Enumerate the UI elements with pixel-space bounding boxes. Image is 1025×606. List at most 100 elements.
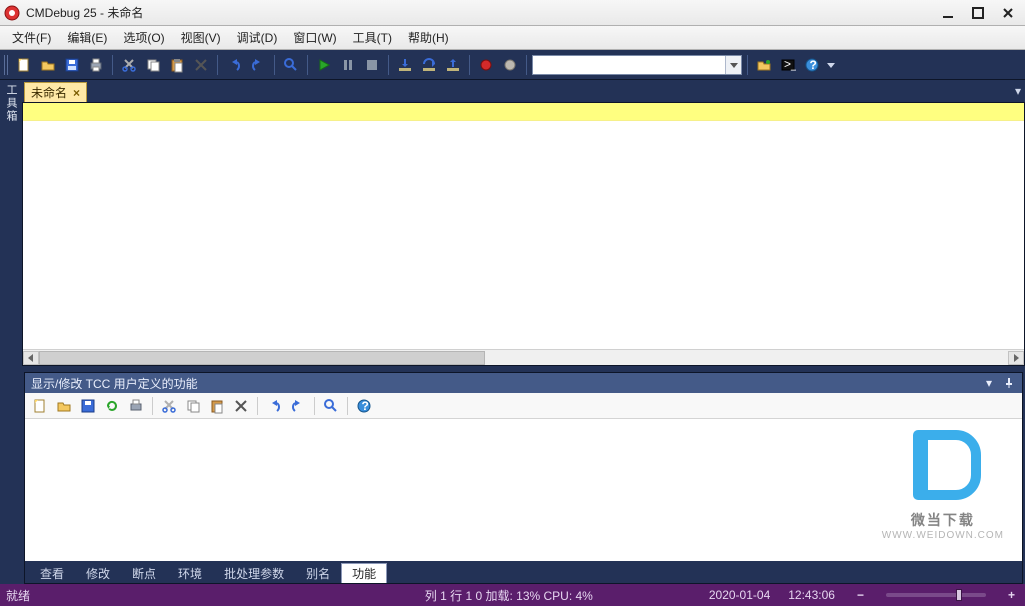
step-into-button[interactable] bbox=[394, 54, 416, 76]
panel-tab-view[interactable]: 查看 bbox=[29, 563, 75, 583]
sidebar-toolbox[interactable]: 工具箱 bbox=[0, 80, 22, 584]
panel-find-button[interactable] bbox=[320, 395, 342, 417]
editor-body[interactable] bbox=[23, 121, 1024, 349]
panel-tab-function[interactable]: 功能 bbox=[341, 563, 387, 583]
breakpoint-button[interactable] bbox=[499, 54, 521, 76]
watermark-logo-icon bbox=[898, 425, 988, 505]
editor-tabstrip: 未命名 × ▾ bbox=[22, 80, 1025, 102]
panel-save-button[interactable] bbox=[77, 395, 99, 417]
step-over-button[interactable] bbox=[418, 54, 440, 76]
watermark: 微当下载 WWW.WEIDOWN.COM bbox=[882, 425, 1004, 541]
svg-text:?: ? bbox=[362, 399, 369, 413]
main-toolbar: >_ ? bbox=[0, 50, 1025, 80]
panel-undo-button[interactable] bbox=[263, 395, 285, 417]
panel-tab-modify[interactable]: 修改 bbox=[75, 563, 121, 583]
panel-tab-env[interactable]: 环境 bbox=[167, 563, 213, 583]
panel-toolbar: ? bbox=[25, 393, 1022, 419]
tab-label: 未命名 bbox=[31, 84, 67, 101]
tabstrip-dropdown-icon[interactable]: ▾ bbox=[1015, 84, 1021, 98]
menu-tools[interactable]: 工具(T) bbox=[345, 26, 400, 49]
pause-button[interactable] bbox=[337, 54, 359, 76]
panel-header: 显示/修改 TCC 用户定义的功能 ▾ bbox=[25, 373, 1022, 393]
toolbar-handle[interactable] bbox=[4, 55, 9, 75]
editor-area[interactable] bbox=[22, 102, 1025, 366]
watermark-brand: 微当下载 bbox=[882, 510, 1004, 530]
paste-button[interactable] bbox=[166, 54, 188, 76]
panel-delete-button[interactable] bbox=[230, 395, 252, 417]
svg-text:?: ? bbox=[810, 58, 817, 72]
maximize-button[interactable] bbox=[965, 4, 991, 22]
open-folder-button[interactable] bbox=[753, 54, 775, 76]
stop-button[interactable] bbox=[361, 54, 383, 76]
menu-file[interactable]: 文件(F) bbox=[4, 26, 59, 49]
close-button[interactable] bbox=[995, 4, 1021, 22]
print-button[interactable] bbox=[85, 54, 107, 76]
status-ready: 就绪 bbox=[6, 587, 30, 604]
zoom-slider[interactable] bbox=[886, 593, 986, 597]
panel-help-button[interactable]: ? bbox=[353, 395, 375, 417]
help-dropdown[interactable] bbox=[825, 54, 837, 76]
command-combo[interactable] bbox=[532, 55, 742, 75]
panel-refresh-button[interactable] bbox=[101, 395, 123, 417]
panel-body[interactable]: 微当下载 WWW.WEIDOWN.COM bbox=[25, 419, 1022, 561]
panel-cut-button[interactable] bbox=[158, 395, 180, 417]
record-button[interactable] bbox=[475, 54, 497, 76]
run-button[interactable] bbox=[313, 54, 335, 76]
menu-window[interactable]: 窗口(W) bbox=[285, 26, 344, 49]
status-bar: 就绪 列 1 行 1 0 加载: 13% CPU: 4% 2020-01-04 … bbox=[0, 584, 1025, 606]
menu-edit[interactable]: 编辑(E) bbox=[59, 26, 115, 49]
redo-button[interactable] bbox=[247, 54, 269, 76]
status-time: 12:43:06 bbox=[788, 588, 835, 602]
panel-pin-icon[interactable] bbox=[1002, 376, 1016, 390]
title-bar: CMDebug 25 - 未命名 bbox=[0, 0, 1025, 26]
find-button[interactable] bbox=[280, 54, 302, 76]
panel-print-button[interactable] bbox=[125, 395, 147, 417]
watermark-url: WWW.WEIDOWN.COM bbox=[882, 530, 1004, 541]
panel-new-button[interactable] bbox=[29, 395, 51, 417]
open-button[interactable] bbox=[37, 54, 59, 76]
editor-tab[interactable]: 未命名 × bbox=[24, 82, 87, 102]
scroll-track[interactable] bbox=[39, 351, 1008, 365]
undo-button[interactable] bbox=[223, 54, 245, 76]
menu-debug[interactable]: 调试(D) bbox=[229, 26, 286, 49]
zoom-knob[interactable] bbox=[956, 589, 962, 601]
tab-close-icon[interactable]: × bbox=[73, 86, 80, 100]
copy-button[interactable] bbox=[142, 54, 164, 76]
panel-dropdown-icon[interactable]: ▾ bbox=[982, 376, 996, 390]
horizontal-scrollbar[interactable] bbox=[23, 349, 1024, 365]
save-button[interactable] bbox=[61, 54, 83, 76]
app-icon bbox=[4, 5, 20, 21]
status-date: 2020-01-04 bbox=[709, 588, 770, 602]
scroll-left-icon[interactable] bbox=[23, 351, 39, 365]
cut-button[interactable] bbox=[118, 54, 140, 76]
panel-open-button[interactable] bbox=[53, 395, 75, 417]
panel-title: 显示/修改 TCC 用户定义的功能 bbox=[31, 375, 198, 392]
panel-tab-break[interactable]: 断点 bbox=[121, 563, 167, 583]
panel-tab-alias[interactable]: 别名 bbox=[295, 563, 341, 583]
status-position: 列 1 行 1 0 加载: 13% CPU: 4% bbox=[425, 587, 593, 604]
command-input[interactable] bbox=[533, 56, 725, 74]
menu-bar: 文件(F) 编辑(E) 选项(O) 视图(V) 调试(D) 窗口(W) 工具(T… bbox=[0, 26, 1025, 50]
menu-help[interactable]: 帮助(H) bbox=[400, 26, 457, 49]
menu-options[interactable]: 选项(O) bbox=[115, 26, 172, 49]
panel-paste-button[interactable] bbox=[206, 395, 228, 417]
combo-dropdown-icon[interactable] bbox=[725, 56, 741, 74]
help-button[interactable]: ? bbox=[801, 54, 823, 76]
zoom-out-button[interactable]: − bbox=[853, 588, 868, 602]
svg-text:>_: >_ bbox=[784, 57, 796, 71]
minimize-button[interactable] bbox=[935, 4, 961, 22]
panel-redo-button[interactable] bbox=[287, 395, 309, 417]
console-button[interactable]: >_ bbox=[777, 54, 799, 76]
new-button[interactable] bbox=[13, 54, 35, 76]
menu-view[interactable]: 视图(V) bbox=[173, 26, 229, 49]
scroll-thumb[interactable] bbox=[39, 351, 485, 365]
delete-button[interactable] bbox=[190, 54, 212, 76]
panel-copy-button[interactable] bbox=[182, 395, 204, 417]
scroll-right-icon[interactable] bbox=[1008, 351, 1024, 365]
step-out-button[interactable] bbox=[442, 54, 464, 76]
bottom-panel: 显示/修改 TCC 用户定义的功能 ▾ bbox=[24, 372, 1023, 584]
panel-tab-batch[interactable]: 批处理参数 bbox=[213, 563, 295, 583]
zoom-in-button[interactable]: + bbox=[1004, 588, 1019, 602]
panel-tabs: 查看 修改 断点 环境 批处理参数 别名 功能 bbox=[25, 561, 1022, 583]
current-line-highlight bbox=[23, 103, 1024, 121]
